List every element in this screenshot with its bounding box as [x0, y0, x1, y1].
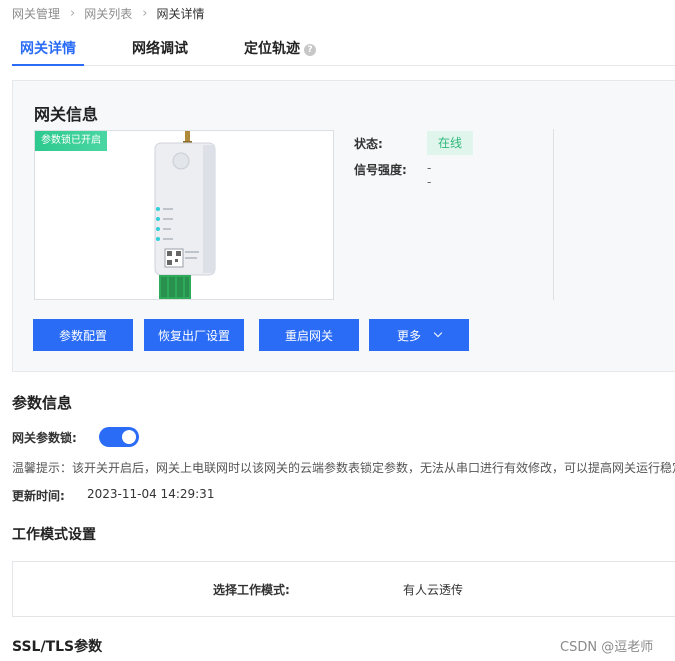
work-mode-label: 选择工作模式:	[213, 583, 290, 597]
ssl-section-title: SSL/TLS参数	[12, 639, 103, 655]
status-badge: 在线	[427, 131, 473, 155]
breadcrumb-current: 网关详情	[156, 6, 205, 21]
work-mode-title: 工作模式设置	[12, 527, 96, 543]
chevron-right-icon: ›	[142, 5, 148, 21]
update-time-label: 更新时间:	[12, 489, 65, 503]
restart-gateway-button[interactable]: 重启网关	[259, 319, 359, 351]
toggle-knob	[122, 430, 136, 444]
breadcrumb: 网关管理 › 网关列表 › 网关详情	[12, 4, 204, 22]
tab-gateway-details[interactable]: 网关详情	[20, 38, 76, 58]
device-image-box: 参数锁已开启	[34, 130, 334, 300]
tab-bar: 网关详情 网络调试 定位轨迹?	[12, 30, 675, 66]
status-label: 状态:	[354, 137, 383, 151]
panel-title: 网关信息	[34, 105, 99, 124]
chevron-right-icon: ›	[70, 5, 76, 21]
gateway-info-panel: 网关信息 参数锁已开启 状态: 在线 信号强度: -- 参数配置 恢复出厂设置 …	[12, 80, 675, 372]
signal-label: 信号强度:	[354, 163, 407, 177]
watermark: CSDN @逗老师	[560, 640, 654, 655]
param-config-button[interactable]: 参数配置	[33, 319, 133, 351]
update-time-value: 2023-11-04 14:29:31	[87, 487, 215, 501]
work-mode-box: 选择工作模式: 有人云透传	[12, 561, 675, 617]
more-button[interactable]: 更多	[369, 319, 469, 351]
signal-value: --	[427, 161, 432, 189]
tab-network-debug[interactable]: 网络调试	[132, 38, 188, 58]
params-section-title: 参数信息	[12, 394, 73, 412]
param-lock-badge: 参数锁已开启	[35, 131, 107, 151]
chevron-down-icon	[433, 328, 443, 338]
param-lock-hint: 温馨提示：该开关开启后，网关上电联网时以该网关的云端参数表锁定参数，无法从串口进…	[12, 461, 675, 475]
work-mode-value[interactable]: 有人云透传	[403, 581, 463, 598]
tab-active-indicator	[12, 64, 84, 66]
breadcrumb-gateway-management[interactable]: 网关管理	[12, 5, 60, 22]
gateway-device-image	[99, 131, 271, 299]
factory-reset-button[interactable]: 恢复出厂设置	[144, 319, 244, 351]
vertical-divider	[553, 129, 554, 300]
tab-location-track[interactable]: 定位轨迹?	[244, 38, 316, 58]
help-icon[interactable]: ?	[304, 44, 316, 56]
param-lock-label: 网关参数锁:	[12, 431, 77, 445]
param-lock-toggle[interactable]	[99, 427, 139, 447]
breadcrumb-gateway-list[interactable]: 网关列表	[84, 5, 132, 22]
more-button-label: 更多	[396, 328, 421, 343]
tab-location-track-label: 定位轨迹	[244, 41, 300, 57]
